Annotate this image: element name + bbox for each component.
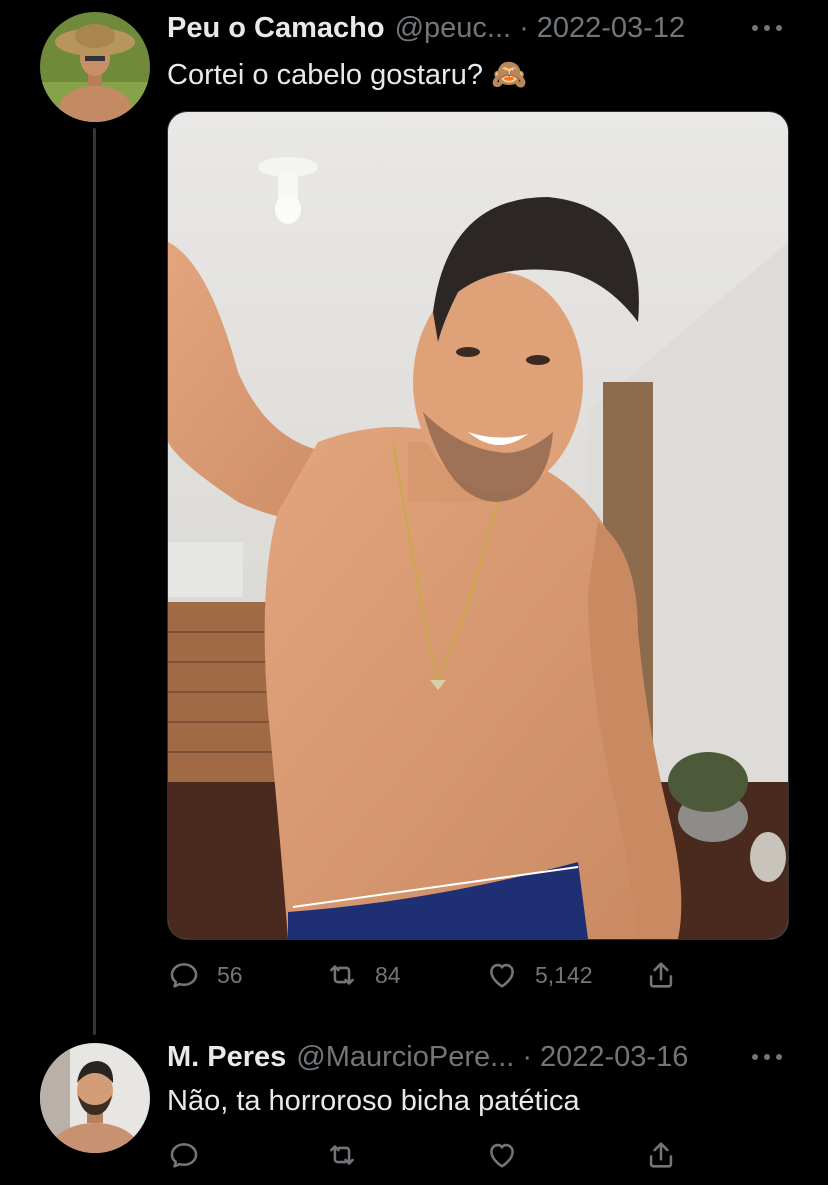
retweet-icon	[330, 965, 354, 985]
share-icon	[649, 962, 673, 988]
heart-icon	[490, 1143, 514, 1168]
like-button[interactable]	[485, 1135, 519, 1175]
separator-dot: ·	[519, 11, 529, 44]
share-button[interactable]	[644, 1135, 678, 1175]
thread-line	[93, 128, 96, 1035]
tweet-header: Peu o Camacho @peuc... · 2022-03-12	[167, 11, 685, 45]
separator-dot: ·	[522, 1040, 532, 1073]
photo-image	[168, 112, 788, 939]
reply-icon	[170, 1143, 198, 1168]
more-icon[interactable]	[752, 13, 782, 43]
avatar-peu[interactable]	[40, 12, 150, 122]
tweet-photo[interactable]	[167, 111, 789, 940]
reply-icon	[170, 963, 198, 988]
like-count: 5,142	[535, 961, 593, 988]
author-handle[interactable]: @MaurcioPere...	[296, 1041, 514, 1074]
tweet-date[interactable]: 2022-03-16	[540, 1041, 688, 1074]
share-button[interactable]	[644, 955, 678, 995]
author-handle[interactable]: @peuc...	[395, 12, 512, 45]
retweet-icon	[330, 1145, 354, 1165]
tweet-text: Cortei o cabelo gostaru? 🙈	[167, 59, 528, 91]
author-name[interactable]: M. Peres	[167, 1041, 286, 1074]
reply-button[interactable]	[167, 1135, 201, 1175]
heart-icon	[490, 963, 514, 988]
retweet-button[interactable]	[325, 1135, 359, 1175]
retweet-button[interactable]: 84	[325, 955, 401, 995]
avatar-mperes[interactable]	[40, 1043, 150, 1153]
more-icon[interactable]	[752, 1042, 782, 1072]
like-button[interactable]: 5,142	[485, 955, 593, 995]
share-icon	[649, 1142, 673, 1168]
tweet-header: M. Peres @MaurcioPere... · 2022-03-16	[167, 1040, 688, 1074]
reply-count: 56	[217, 961, 243, 988]
retweet-count: 84	[375, 961, 401, 988]
tweet-text: Não, ta horroroso bicha patética	[167, 1085, 580, 1117]
tweet-date[interactable]: 2022-03-12	[537, 12, 685, 45]
reply-button[interactable]: 56	[167, 955, 243, 995]
author-name[interactable]: Peu o Camacho	[167, 12, 385, 45]
